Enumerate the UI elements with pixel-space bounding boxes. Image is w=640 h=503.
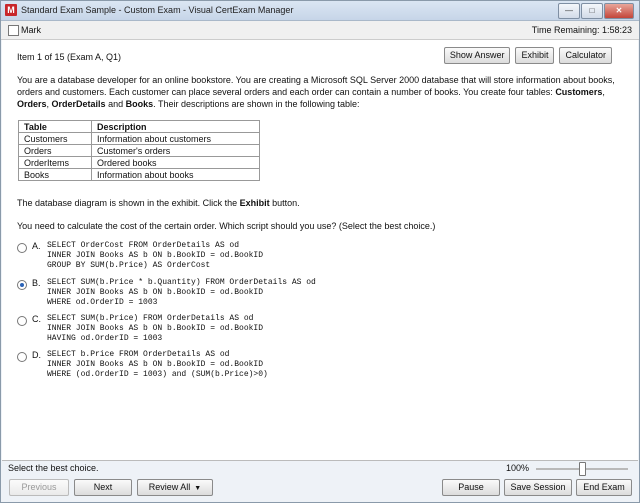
minimize-icon[interactable]: — [558,3,580,19]
code-line: WHERE od.OrderID = 1003 [47,298,158,307]
table-row: Orders Customer's orders [18,144,260,157]
pause-button[interactable]: Pause [442,479,500,496]
tables-description-table: Table Description Customers Information … [18,120,260,181]
exhibit-button[interactable]: Exhibit [515,47,555,64]
code-line: SELECT SUM(b.Price * b.Quantity) FROM Or… [47,278,316,287]
radio-c[interactable] [17,316,27,326]
radio-d[interactable] [17,352,27,362]
save-session-button[interactable]: Save Session [504,479,572,496]
code-line: SELECT OrderCost FROM OrderDetails AS od [47,241,240,250]
table-name-books: Books [125,99,154,109]
option-code: SELECT SUM(b.Price * b.Quantity) FROM Or… [47,278,316,308]
table-cell: Information about books [91,168,260,181]
title-bar: M Standard Exam Sample - Custom Exam - V… [1,1,639,21]
window-title: Standard Exam Sample - Custom Exam - Vis… [21,5,294,15]
exhibit-keyword: Exhibit [239,198,270,208]
table-cell: Ordered books [91,156,260,169]
option-letter: B. [32,278,41,288]
option-letter: A. [32,241,41,251]
table-name-orders: Orders [17,99,47,109]
show-answer-button[interactable]: Show Answer [443,47,511,64]
mark-bar: Mark Time Remaining: 1:58:23 [1,21,639,40]
separator: and [105,99,126,109]
separator: , [602,87,605,97]
nav-right-group: Pause Save Session End Exam [442,479,632,496]
code-line: INNER JOIN Books AS b ON b.BookID = od.B… [47,288,264,297]
code-line: HAVING od.OrderID = 1003 [47,334,163,343]
table-row: OrderItems Ordered books [18,156,260,169]
previous-button[interactable]: Previous [9,479,69,496]
zoom-level: 100% [506,463,530,473]
end-exam-button[interactable]: End Exam [576,479,632,496]
scenario-body: You are a database developer for an onli… [17,75,615,97]
navigation-bar: Previous Next Review All ▼ Pause Save Ses… [1,477,639,501]
mark-label[interactable]: Mark [21,25,41,35]
maximize-icon[interactable]: □ [581,3,603,19]
table-cell: Information about customers [91,132,260,145]
question-panel: Item 1 of 15 (Exam A, Q1) Show Answer Ex… [2,40,638,461]
dropdown-arrow-icon: ▼ [194,485,202,492]
table-cell: Orders [18,144,92,157]
nav-left-group: Previous Next Review All ▼ [9,479,213,496]
option-code: SELECT OrderCost FROM OrderDetails AS od… [47,241,263,271]
app-logo-icon: M [5,4,17,16]
scenario-text: You are a database developer for an onli… [17,74,622,110]
mark-checkbox[interactable] [8,25,19,36]
table-name-orderdetails: OrderDetails [51,99,106,109]
option-code: SELECT b.Price FROM OrderDetails AS od IN… [47,350,268,380]
status-text: Select the best choice. [8,463,99,473]
code-line: WHERE (od.OrderID = 1003) and (SUM(b.Pri… [47,370,268,379]
next-button[interactable]: Next [74,479,132,496]
time-remaining: Time Remaining: 1:58:23 [531,25,632,35]
table-header-row: Table Description [18,120,260,133]
table-cell: Books [18,168,92,181]
item-counter: Item 1 of 15 (Exam A, Q1) [17,52,122,62]
code-line: INNER JOIN Books AS b ON b.BookID = od.B… [47,324,264,333]
option-letter: D. [32,350,41,360]
code-line: SELECT b.Price FROM OrderDetails AS od [47,350,230,359]
code-line: INNER JOIN Books AS b ON b.BookID = od.B… [47,251,264,260]
close-icon[interactable]: ✕ [604,3,634,19]
exhibit-instruction: The database diagram is shown in the exh… [17,198,300,208]
column-header: Description [91,120,260,133]
review-all-label: Review All [148,482,191,492]
column-header: Table [18,120,92,133]
exhibit-post: button. [269,198,300,208]
status-bar: Select the best choice. 100% [1,461,639,476]
scenario-tail: . Their descriptions are shown in the fo… [153,99,360,109]
table-row: Customers Information about customers [18,132,260,145]
question-text: You need to calculate the cost of the ce… [17,221,436,231]
exhibit-pre: The database diagram is shown in the exh… [17,198,240,208]
table-cell: Customers [18,132,92,145]
table-cell: OrderItems [18,156,92,169]
code-line: GROUP BY SUM(b.Price) AS OrderCost [47,261,211,270]
radio-b[interactable] [17,280,27,290]
window-controls: — □ ✕ [558,3,634,19]
table-cell: Customer's orders [91,144,260,157]
question-toolbar: Show Answer Exhibit Calculator [443,47,612,64]
option-code: SELECT SUM(b.Price) FROM OrderDetails AS… [47,314,263,344]
radio-a[interactable] [17,243,27,253]
review-all-button[interactable]: Review All ▼ [137,479,213,496]
option-letter: C. [32,314,41,324]
code-line: SELECT SUM(b.Price) FROM OrderDetails AS… [47,314,254,323]
calculator-button[interactable]: Calculator [559,47,612,64]
code-line: INNER JOIN Books AS b ON b.BookID = od.B… [47,360,264,369]
zoom-slider-thumb[interactable] [579,462,586,476]
app-window: M Standard Exam Sample - Custom Exam - V… [0,0,640,503]
table-row: Books Information about books [18,168,260,181]
table-name-customers: Customers [555,87,603,97]
